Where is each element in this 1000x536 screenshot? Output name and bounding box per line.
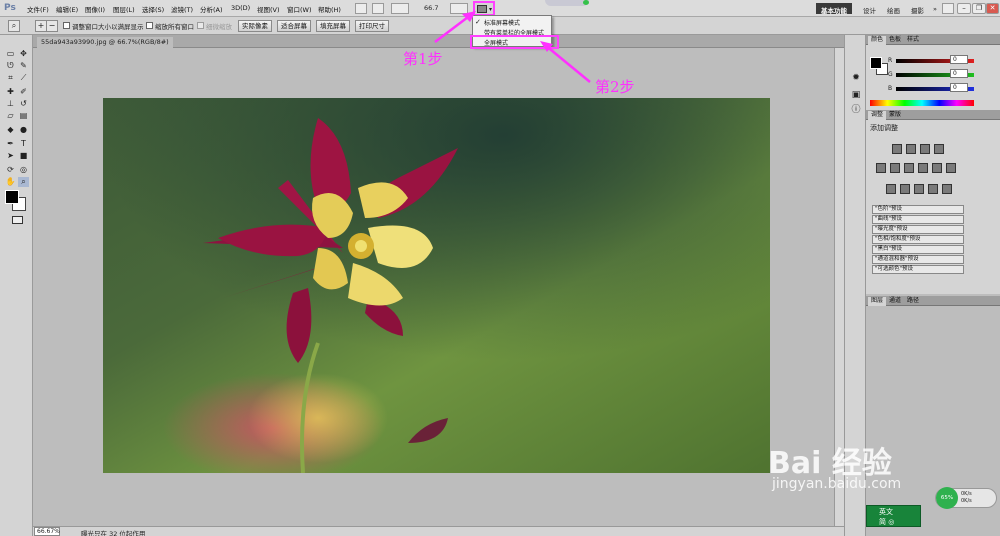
annotation-arrows — [434, 11, 591, 83]
step2-arrow — [544, 44, 591, 83]
